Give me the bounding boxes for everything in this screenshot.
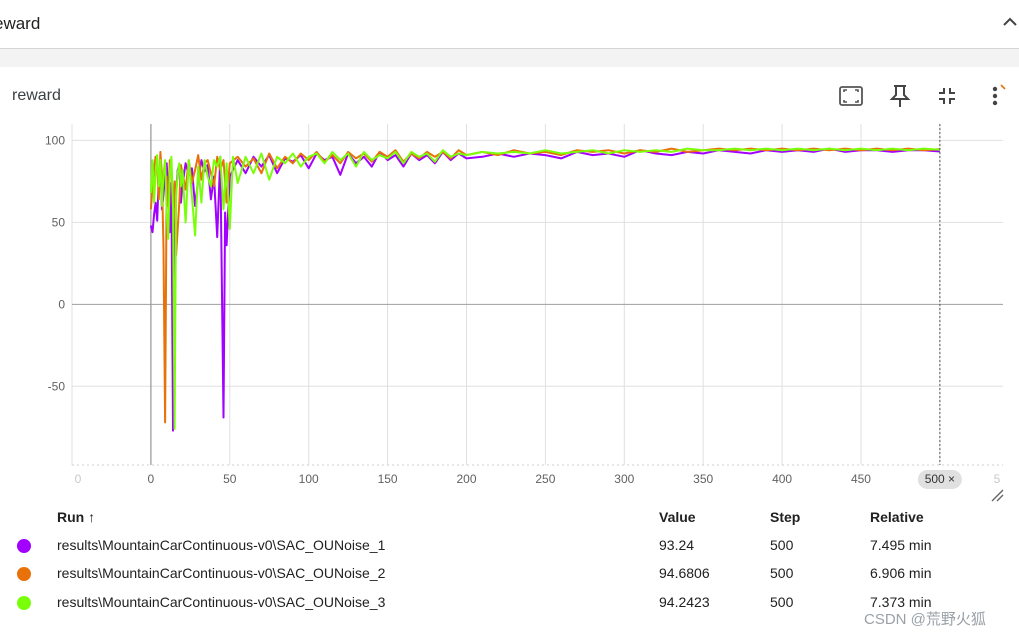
table-row[interactable]: results\MountainCarContinuous-v0\SAC_OUN… — [0, 532, 1019, 560]
run-step: 500 — [770, 594, 794, 610]
hover-step-label: 500 × — [925, 472, 955, 486]
header-relative[interactable]: Relative — [870, 509, 924, 525]
header-value[interactable]: Value — [659, 509, 696, 525]
x-tick-label-partial-left: 0 — [75, 472, 82, 486]
x-tick-label: 300 — [614, 472, 634, 486]
table-row[interactable]: results\MountainCarContinuous-v0\SAC_OUN… — [0, 560, 1019, 588]
run-name: results\MountainCarContinuous-v0\SAC_OUN… — [57, 594, 386, 610]
run-color-dot — [17, 567, 31, 581]
pin-icon[interactable] — [886, 82, 914, 110]
y-tick-label: 100 — [45, 133, 65, 147]
y-tick-label: -50 — [48, 379, 66, 393]
section-divider — [0, 49, 1019, 67]
header-run[interactable]: Run ↑ — [57, 509, 95, 525]
collapse-arrows-icon[interactable] — [933, 82, 961, 110]
x-tick-label: 250 — [535, 472, 555, 486]
resize-handle-icon[interactable] — [990, 488, 1004, 502]
x-tick-label: 50 — [223, 472, 237, 486]
x-tick-label: 200 — [456, 472, 476, 486]
run-relative: 6.906 min — [870, 565, 932, 581]
run-step: 500 — [770, 537, 794, 553]
chevron-up-icon[interactable] — [1000, 12, 1019, 32]
run-relative: 7.495 min — [870, 537, 932, 553]
run-value: 94.2423 — [659, 594, 710, 610]
run-value: 93.24 — [659, 537, 695, 553]
reward-line-chart[interactable]: 0 0 50 100 150 200 250 300 350 400 450 5 100 50 0 -50 5… — [0, 110, 1019, 495]
x-tick-label: 150 — [378, 472, 398, 486]
fit-domain-icon[interactable] — [837, 82, 865, 110]
watermark-text: CSDN @荒野火狐 — [864, 611, 986, 628]
x-tick-label: 0 — [148, 472, 155, 486]
run-color-dot — [17, 539, 31, 553]
y-tick-label: 50 — [52, 215, 66, 229]
more-vert-icon[interactable] — [981, 82, 1009, 110]
x-tick-label: 100 — [299, 472, 319, 486]
run-value: 94.6806 — [659, 565, 710, 581]
x-tick-label-partial-right: 5 — [994, 472, 1001, 486]
section-title: eward — [0, 14, 41, 33]
card-title: reward — [12, 87, 61, 104]
section-header[interactable]: eward — [0, 0, 1019, 49]
header-step[interactable]: Step — [770, 509, 800, 525]
x-tick-label: 350 — [693, 472, 713, 486]
run-name: results\MountainCarContinuous-v0\SAC_OUN… — [57, 565, 386, 581]
x-tick-label: 400 — [772, 472, 792, 486]
y-tick-label: 0 — [58, 297, 65, 311]
x-tick-label: 450 — [851, 472, 871, 486]
run-step: 500 — [770, 565, 794, 581]
run-color-dot — [17, 596, 31, 610]
run-name: results\MountainCarContinuous-v0\SAC_OUN… — [57, 537, 386, 553]
